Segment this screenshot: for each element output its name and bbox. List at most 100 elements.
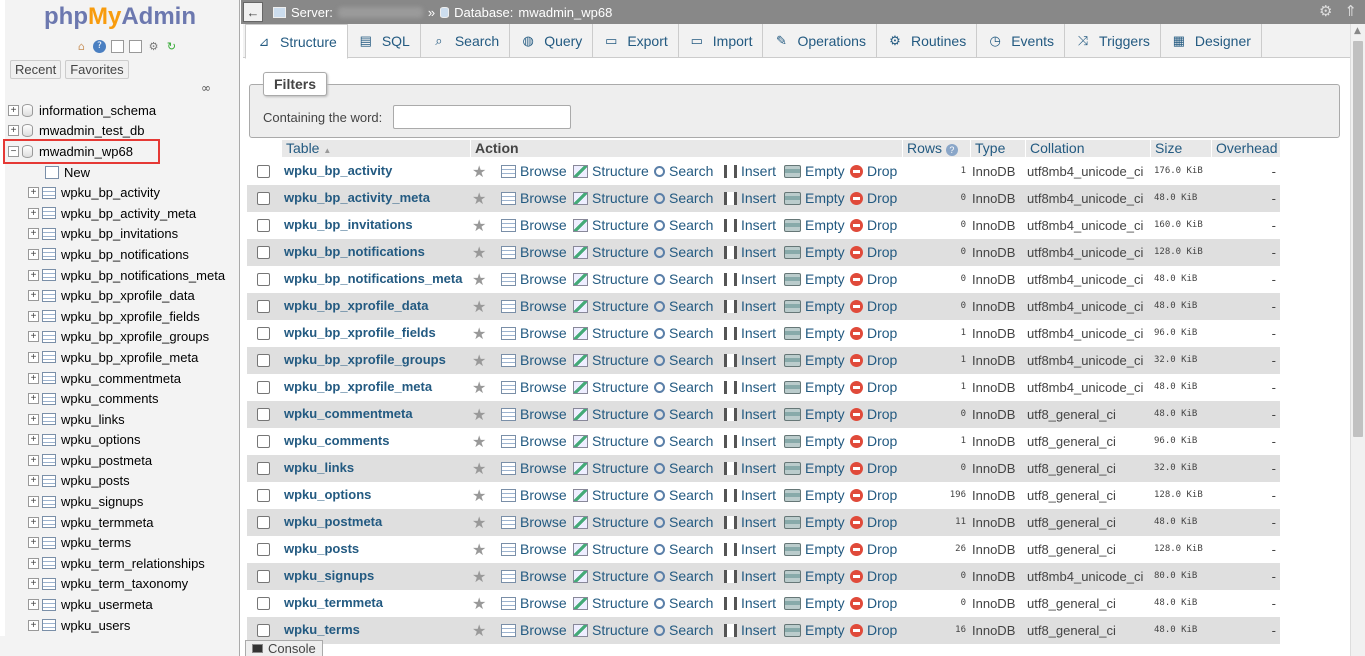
- nav-table-item[interactable]: + wpku_postmeta: [8, 450, 240, 471]
- nav-table-label[interactable]: wpku_bp_activity: [61, 185, 160, 200]
- table-name-link[interactable]: wpku_bp_notifications: [284, 244, 425, 259]
- database-label[interactable]: Database:: [454, 5, 513, 20]
- search-action[interactable]: Search: [654, 568, 713, 584]
- structure-action[interactable]: Structure: [573, 433, 649, 449]
- expand-icon[interactable]: +: [28, 619, 39, 631]
- expand-icon[interactable]: +: [28, 351, 39, 363]
- search-action[interactable]: Search: [654, 271, 713, 287]
- drop-action[interactable]: Drop: [850, 352, 897, 368]
- browse-action[interactable]: Browse: [501, 190, 567, 206]
- row-checkbox[interactable]: [257, 462, 270, 475]
- favorites-tab[interactable]: Favorites: [65, 60, 129, 79]
- table-name-link[interactable]: wpku_options: [284, 487, 371, 502]
- drop-action[interactable]: Drop: [850, 406, 897, 422]
- nav-table-item[interactable]: + wpku_options: [8, 430, 240, 451]
- drop-action[interactable]: Drop: [850, 190, 897, 206]
- favorite-star-icon[interactable]: ★: [472, 297, 486, 317]
- browse-action[interactable]: Browse: [501, 487, 567, 503]
- tab-triggers[interactable]: ⤨ Triggers: [1065, 24, 1161, 58]
- expand-icon[interactable]: +: [28, 269, 39, 281]
- docs-icon[interactable]: [111, 40, 124, 53]
- collapse-icon[interactable]: −: [8, 145, 19, 157]
- table-name-link[interactable]: wpku_signups: [284, 568, 374, 583]
- browse-action[interactable]: Browse: [501, 460, 567, 476]
- favorite-star-icon[interactable]: ★: [472, 405, 486, 425]
- row-checkbox[interactable]: [257, 516, 270, 529]
- nav-table-item[interactable]: + wpku_usermeta: [8, 594, 240, 615]
- size-link[interactable]: 128.0 KiB: [1154, 490, 1203, 500]
- column-size[interactable]: Size: [1150, 140, 1211, 157]
- size-link[interactable]: 32.0 KiB: [1154, 355, 1197, 365]
- empty-action[interactable]: Empty: [784, 379, 845, 395]
- nav-table-item[interactable]: + wpku_signups: [8, 491, 240, 512]
- expand-icon[interactable]: +: [28, 434, 39, 446]
- tab-events[interactable]: ◷ Events: [977, 24, 1066, 58]
- drop-action[interactable]: Drop: [850, 487, 897, 503]
- browse-action[interactable]: Browse: [501, 379, 567, 395]
- search-action[interactable]: Search: [654, 541, 713, 557]
- nav-database-item[interactable]: + information_schema: [8, 100, 240, 121]
- table-name-link[interactable]: wpku_bp_xprofile_groups: [284, 352, 446, 367]
- empty-action[interactable]: Empty: [784, 352, 845, 368]
- empty-action[interactable]: Empty: [784, 568, 845, 584]
- drop-action[interactable]: Drop: [850, 622, 897, 638]
- column-overhead[interactable]: Overhead: [1211, 140, 1280, 157]
- drop-action[interactable]: Drop: [850, 217, 897, 233]
- favorite-star-icon[interactable]: ★: [472, 270, 486, 290]
- browse-action[interactable]: Browse: [501, 244, 567, 260]
- search-action[interactable]: Search: [654, 514, 713, 530]
- column-table[interactable]: Table ▲: [281, 140, 470, 157]
- nav-database-item[interactable]: + mwadmin_test_db: [8, 121, 240, 142]
- nav-table-item[interactable]: + wpku_bp_xprofile_data: [8, 285, 240, 306]
- table-name-link[interactable]: wpku_posts: [284, 541, 359, 556]
- collapse-nav-button[interactable]: ←: [243, 2, 263, 22]
- nav-table-item[interactable]: + wpku_bp_notifications_meta: [8, 265, 240, 286]
- scroll-thumb[interactable]: [1353, 41, 1363, 437]
- drop-action[interactable]: Drop: [850, 325, 897, 341]
- reload-icon[interactable]: ↻: [165, 40, 178, 53]
- drop-action[interactable]: Drop: [850, 433, 897, 449]
- nav-table-label[interactable]: wpku_bp_activity_meta: [61, 206, 196, 221]
- nav-table-item[interactable]: + wpku_bp_activity_meta: [8, 203, 240, 224]
- nav-table-item[interactable]: + wpku_commentmeta: [8, 368, 240, 389]
- size-link[interactable]: 96.0 KiB: [1154, 328, 1197, 338]
- drop-action[interactable]: Drop: [850, 379, 897, 395]
- drop-action[interactable]: Drop: [850, 460, 897, 476]
- help-icon[interactable]: ?: [945, 144, 958, 156]
- nav-table-label[interactable]: wpku_bp_invitations: [61, 226, 178, 241]
- expand-icon[interactable]: +: [28, 310, 39, 322]
- table-name-link[interactable]: wpku_links: [284, 460, 354, 475]
- structure-action[interactable]: Structure: [573, 595, 649, 611]
- insert-action[interactable]: Insert: [724, 514, 776, 530]
- favorite-star-icon[interactable]: ★: [472, 324, 486, 344]
- row-checkbox[interactable]: [257, 246, 270, 259]
- insert-action[interactable]: Insert: [724, 352, 776, 368]
- nav-table-item[interactable]: + wpku_bp_invitations: [8, 224, 240, 245]
- structure-action[interactable]: Structure: [573, 298, 649, 314]
- empty-action[interactable]: Empty: [784, 217, 845, 233]
- drop-action[interactable]: Drop: [850, 271, 897, 287]
- nav-table-label[interactable]: wpku_bp_xprofile_groups: [61, 329, 209, 344]
- nav-table-item[interactable]: + wpku_comments: [8, 388, 240, 409]
- insert-action[interactable]: Insert: [724, 622, 776, 638]
- browse-action[interactable]: Browse: [501, 541, 567, 557]
- browse-action[interactable]: Browse: [501, 406, 567, 422]
- nav-table-label[interactable]: wpku_bp_xprofile_fields: [61, 309, 200, 324]
- table-name-link[interactable]: wpku_bp_notifications_meta: [284, 271, 462, 286]
- tab-structure[interactable]: ⊿ Structure: [245, 24, 348, 59]
- nav-database-item[interactable]: − mwadmin_wp68: [3, 139, 160, 164]
- expand-icon[interactable]: +: [28, 496, 39, 508]
- expand-icon[interactable]: +: [28, 228, 39, 240]
- favorite-star-icon[interactable]: ★: [472, 189, 486, 209]
- browse-action[interactable]: Browse: [501, 514, 567, 530]
- browse-action[interactable]: Browse: [501, 217, 567, 233]
- column-collation[interactable]: Collation: [1025, 140, 1150, 157]
- scroll-up-arrow-icon[interactable]: ▲: [1354, 26, 1361, 36]
- nav-table-item[interactable]: + wpku_bp_xprofile_groups: [8, 327, 240, 348]
- expand-icon[interactable]: +: [28, 372, 39, 384]
- nav-database-label[interactable]: information_schema: [39, 103, 156, 118]
- row-checkbox[interactable]: [257, 624, 270, 637]
- row-checkbox[interactable]: [257, 435, 270, 448]
- size-link[interactable]: 128.0 KiB: [1154, 544, 1203, 554]
- search-action[interactable]: Search: [654, 163, 713, 179]
